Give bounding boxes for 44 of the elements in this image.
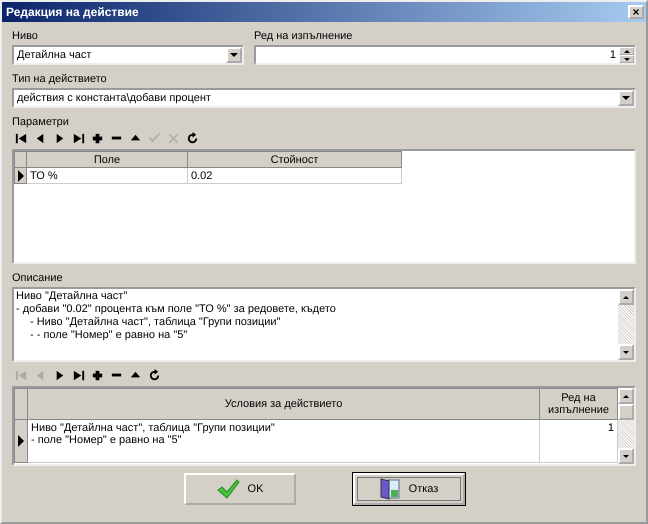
level-label: Ниво [12,30,38,42]
row-indicator[interactable] [14,420,28,462]
condition-text: Ниво "Детайлна част", таблица "Групи позиции" [31,422,276,434]
refresh-icon[interactable] [147,368,162,383]
column-header[interactable]: Условия за действието [28,388,540,420]
column-header[interactable]: Стойност [188,152,402,168]
close-button[interactable]: × [628,5,644,19]
action-type-label: Тип на действието [12,73,107,85]
door-icon [378,477,401,501]
scroll-bar[interactable] [618,289,634,360]
last-icon[interactable] [71,368,86,383]
current-row-icon [18,435,24,447]
level-dropdown[interactable]: Детайлна част [12,45,244,65]
description-label: Описание [12,272,63,284]
first-icon[interactable] [14,131,29,146]
order-label: Ред на изпълнение [254,30,352,42]
current-row-icon [18,170,24,182]
condition-text: - поле "Номер" е равно на "5" [31,434,183,446]
table-cell: ТО % [26,168,188,184]
order-spin-field[interactable]: 1 [254,45,636,65]
parameters-label: Параметри [12,116,69,128]
spin-up-icon[interactable] [619,47,634,55]
table-cell: 0.02 [188,168,402,184]
column-header[interactable]: Поле [26,152,188,168]
add-icon[interactable] [90,368,105,383]
description-line: Ниво "Детайлна част" [16,290,128,303]
column-header[interactable]: Ред на изпълнение [540,388,618,420]
window-title: Редакция на действие [6,5,139,19]
ok-button[interactable]: OK [184,473,296,505]
description-memo[interactable]: Ниво "Детайлна част" - добави "0.02" процента към поле "ТО %" за редовете, където - Ниво "Детайлна част", таблица "Групи позиции" - - поле "Номер" е равно на "5" [12,287,636,362]
refresh-icon[interactable] [185,131,200,146]
description-line: - Ниво "Детайлна част", таблица "Групи позиции" [29,316,282,329]
checkmark-icon [216,478,240,500]
row-indicator[interactable] [14,168,26,184]
scroll-bar[interactable] [618,388,634,464]
spin-down-icon[interactable] [619,55,634,63]
add-icon[interactable] [90,131,105,146]
last-icon[interactable] [71,131,86,146]
action-type-dropdown[interactable]: действия с константа\добави процент [12,88,636,108]
description-line: - добави "0.02" процента към поле "ТО %" за редовете, където [16,303,337,316]
cancel-button[interactable]: Отказ [352,473,464,505]
description-line: - - поле "Номер" е равно на "5" [29,329,188,342]
header-corner [14,388,28,420]
header-corner [14,152,26,168]
